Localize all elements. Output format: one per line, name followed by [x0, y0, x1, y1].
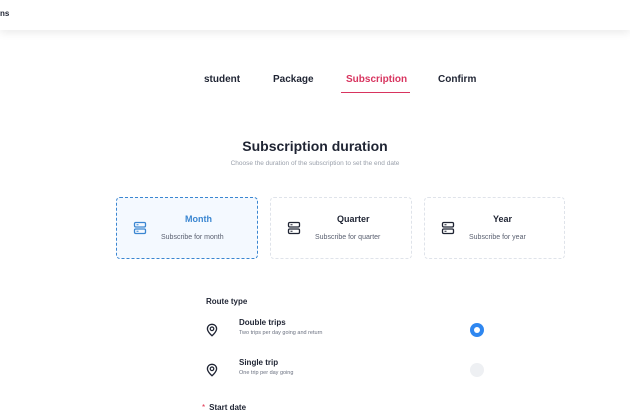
route-option-description: Two trips per day going and return [239, 330, 323, 336]
server-icon [287, 221, 301, 235]
location-pin-icon [206, 363, 218, 377]
route-option-single-trip[interactable]: Single trip One trip per day going [200, 358, 500, 388]
tab-package[interactable]: Package [273, 74, 314, 85]
route-option-double-trips[interactable]: Double trips Two trips per day going and… [200, 318, 500, 348]
route-option-description: One trip per day going [239, 370, 294, 376]
active-tab-indicator [341, 92, 410, 93]
route-option-title: Single trip [239, 358, 279, 367]
duration-card-description: Subscribe for quarter [315, 234, 381, 241]
location-pin-icon [206, 323, 218, 337]
start-date-label: * Start date [202, 403, 246, 412]
duration-card-title: Quarter [337, 214, 370, 224]
route-radio-double-trips[interactable] [470, 323, 484, 337]
duration-card-title: Month [185, 214, 212, 224]
duration-card-quarter[interactable]: Quarter Subscribe for quarter [270, 197, 412, 259]
route-type-label: Route type [206, 297, 248, 306]
tab-subscription[interactable]: Subscription [346, 74, 407, 85]
server-icon [441, 221, 455, 235]
duration-card-year[interactable]: Year Subscribe for year [424, 197, 565, 259]
route-option-title: Double trips [239, 318, 286, 327]
subscription-duration-title: Subscription duration [242, 138, 388, 154]
route-radio-single-trip[interactable] [470, 363, 484, 377]
subscription-duration-subtitle: Choose the duration of the subscription … [230, 160, 400, 167]
top-header-bar: ns [0, 0, 630, 30]
tab-confirm[interactable]: Confirm [438, 74, 476, 85]
duration-card-month[interactable]: Month Subscribe for month [116, 197, 258, 259]
server-icon [133, 221, 147, 235]
duration-card-title: Year [493, 214, 513, 224]
start-date-text: Start date [209, 403, 247, 412]
header-title-fragment: ns [0, 9, 10, 18]
duration-card-description: Subscribe for year [469, 234, 526, 241]
duration-card-description: Subscribe for month [161, 234, 224, 241]
required-marker: * [202, 403, 206, 412]
tab-student[interactable]: student [204, 74, 240, 85]
